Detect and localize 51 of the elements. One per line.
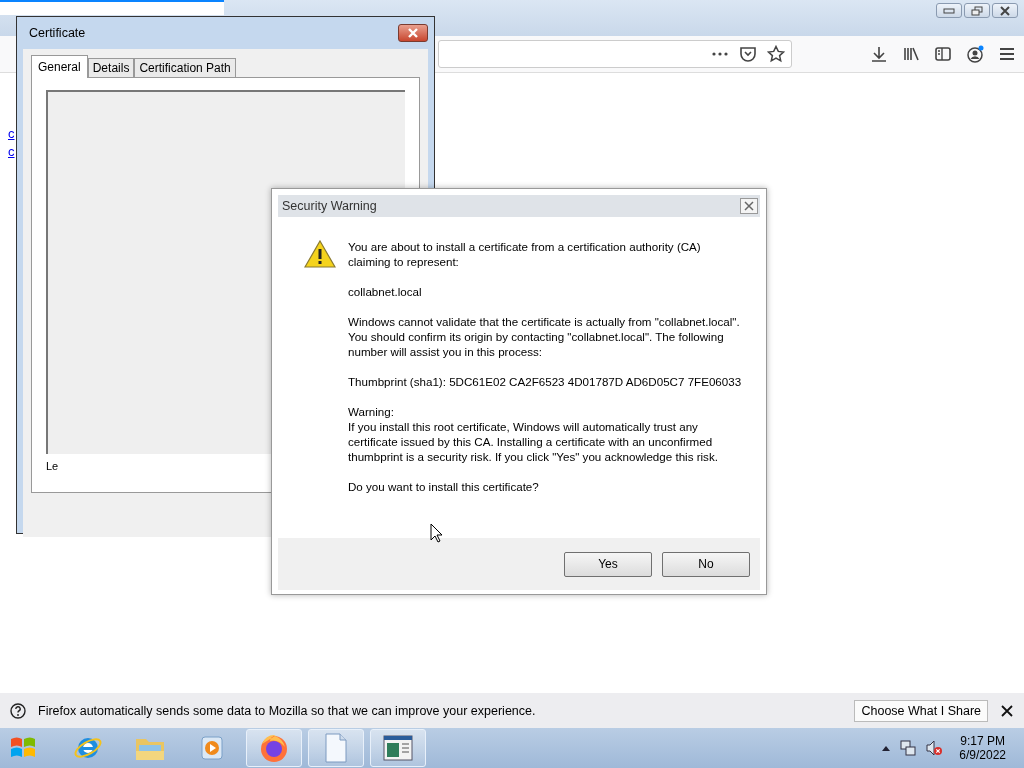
message-text: Windows cannot validate that the certificate is actually from "collabnet.local". You should confirm its origin by contacting "collabnet.local". The following number will assist you in this process: [348, 314, 741, 359]
menu-icon[interactable] [998, 45, 1016, 63]
close-icon[interactable] [1000, 703, 1014, 718]
tab[interactable]: Certification Path [134, 58, 236, 77]
pocket-icon[interactable] [739, 45, 757, 63]
speaker-muted-icon[interactable] [925, 739, 944, 757]
restore-button[interactable] [964, 3, 990, 18]
page-link[interactable]: c [8, 143, 1016, 161]
dialog-title: Security Warning [282, 199, 377, 213]
message-text: If you install this root certificate, Windows will automatically trust any certificate issued by this CA. Installing a certificate with an unconfirmed thumbprint is a security risk. If you click "Yes" you acknowledge this risk. [348, 419, 719, 464]
network-icon[interactable] [899, 739, 918, 757]
tab[interactable]: Details [87, 58, 135, 77]
message-text: Do you want to install this certificate? [348, 479, 540, 494]
page-link[interactable]: c [8, 125, 1016, 143]
clock-date: 6/9/2022 [959, 748, 1006, 762]
field-label: Le [46, 460, 59, 472]
choose-share-button[interactable]: Choose What I Share [854, 699, 988, 722]
close-icon [407, 28, 419, 38]
close-button[interactable] [992, 3, 1018, 18]
message-text: collabnet.local [348, 284, 423, 299]
taskbar-button[interactable] [370, 729, 426, 767]
minimize-icon [943, 7, 955, 14]
restore-icon [971, 5, 983, 16]
warning-icon [304, 239, 336, 269]
dialog-button[interactable]: No [662, 551, 750, 577]
document-icon [323, 732, 349, 764]
message-text: You are about to install a certificate from a certification authority (CA) claiming to represent: [348, 239, 702, 269]
download-icon[interactable] [870, 45, 888, 63]
taskbar-button[interactable] [246, 729, 302, 767]
browser-tab[interactable] [0, 0, 224, 15]
show-hidden-icon[interactable] [881, 744, 892, 752]
clock-time: 9:17 PM [960, 734, 1005, 748]
sidebar-icon[interactable] [934, 45, 952, 63]
close-icon [744, 201, 754, 211]
message-text: Thumbprint (sha1): 5DC61E02 CA2F6523 4D01787D AD6D05C7 7FE06033 [348, 374, 743, 389]
notification-message: Firefox automatically sends some data to Mozilla so that we can improve your experience. [38, 703, 537, 718]
cursor-icon [430, 523, 443, 543]
star-icon[interactable] [767, 45, 785, 63]
firefox-icon [258, 732, 290, 764]
close-icon [999, 5, 1011, 16]
window-title: Certificate [29, 26, 86, 40]
window-icon [383, 735, 413, 761]
minimize-button[interactable] [936, 3, 962, 18]
close-button[interactable] [740, 198, 758, 214]
account-icon[interactable] [966, 45, 984, 63]
tab[interactable]: General [31, 55, 88, 78]
warning-label: Warning: [348, 404, 395, 419]
dialog-button[interactable]: Yes [564, 551, 652, 577]
help-icon [10, 702, 26, 719]
library-icon[interactable] [902, 45, 920, 63]
close-button[interactable] [398, 24, 428, 42]
